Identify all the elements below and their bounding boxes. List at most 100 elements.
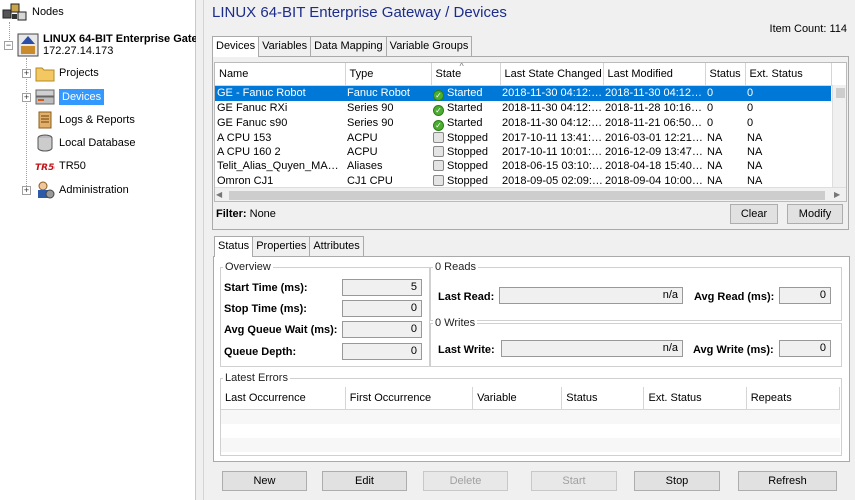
tab-properties[interactable]: Properties bbox=[252, 236, 311, 256]
tree-item-logs[interactable]: Logs & Reports bbox=[22, 110, 135, 130]
tree-item-devices[interactable]: + Devices bbox=[22, 87, 105, 107]
cell-last-state-changed: 2018-11-30 04:12:36 bbox=[500, 85, 603, 101]
cell-name: Omron CJ1 bbox=[217, 174, 274, 187]
overview-group: Overview Start Time (ms): 5 Stop Time (m… bbox=[220, 261, 430, 367]
last-write-label: Last Write: bbox=[438, 344, 495, 356]
tree-item-label: Projects bbox=[59, 67, 99, 79]
column-header-first-occurrence[interactable]: First Occurrence bbox=[345, 387, 474, 410]
column-header-repeats[interactable]: Repeats bbox=[746, 387, 840, 410]
state-label: Started bbox=[447, 116, 483, 129]
cell-last-state-changed: 2017-10-11 13:41:58 bbox=[502, 131, 603, 144]
scroll-right-icon[interactable]: ▶ bbox=[834, 190, 840, 201]
tab-devices[interactable]: Devices bbox=[212, 36, 260, 57]
queue-depth-value: 0 bbox=[342, 343, 422, 360]
scrollbar-thumb[interactable] bbox=[836, 88, 845, 98]
avg-read-value: 0 bbox=[779, 287, 831, 304]
writes-title: 0 Writes bbox=[433, 317, 478, 329]
column-header-ext-status[interactable]: Ext. Status bbox=[643, 387, 747, 410]
edit-button[interactable]: Edit bbox=[322, 471, 407, 491]
tree-item-administration[interactable]: + Administration bbox=[22, 180, 129, 200]
table-vertical-scrollbar[interactable] bbox=[832, 85, 846, 187]
detail-tabs: Status Properties Attributes bbox=[214, 236, 364, 257]
column-header-status[interactable]: Status bbox=[705, 63, 746, 86]
tree-item-projects[interactable]: + Projects bbox=[22, 63, 99, 83]
pane-splitter[interactable] bbox=[196, 0, 204, 500]
cell-type: Fanuc Robot bbox=[345, 85, 431, 101]
tree-gateway[interactable]: − LINUX 64-BIT Enterprise Gate 172.27.14… bbox=[4, 32, 198, 58]
tree-item-tr50[interactable]: TR50 TR50 bbox=[22, 156, 86, 176]
expand-icon[interactable]: + bbox=[22, 185, 31, 195]
errors-table: Last Occurrence First Occurrence Variabl… bbox=[221, 387, 840, 453]
cell-state: Stopped bbox=[431, 131, 500, 145]
start-time-label: Start Time (ms): bbox=[224, 282, 308, 294]
column-header-last-state-changed[interactable]: Last State Changed bbox=[500, 63, 604, 86]
devices-table: Name Type State ^ Last State Changed Last… bbox=[214, 62, 847, 202]
page-title: LINUX 64-BIT Enterprise Gateway / Device… bbox=[212, 4, 507, 21]
cell-type: Aliases bbox=[347, 160, 383, 173]
column-header-state[interactable]: State ^ bbox=[431, 63, 501, 86]
gateway-icon bbox=[17, 33, 39, 57]
delete-button[interactable]: Delete bbox=[423, 471, 508, 491]
filter-label: Filter: bbox=[216, 208, 247, 220]
item-count: Item Count: 114 bbox=[769, 23, 847, 35]
stop-button[interactable]: Stop bbox=[634, 471, 720, 491]
scrollbar-thumb[interactable] bbox=[229, 191, 825, 200]
logs-icon bbox=[35, 111, 55, 129]
expand-icon[interactable]: + bbox=[22, 92, 31, 102]
cell-last-state-changed: 2017-10-11 10:01:31 bbox=[502, 146, 603, 159]
cell-last-state-changed: 2018-11-30 04:12:59 bbox=[502, 102, 603, 114]
start-button[interactable]: Start bbox=[531, 471, 617, 491]
state-label: Stopped bbox=[447, 174, 488, 187]
column-header-variable[interactable]: Variable bbox=[472, 387, 563, 410]
table-row[interactable]: GE Fanuc RXi Series 90 ✓ Started 2018-11-30 … bbox=[215, 101, 831, 116]
cell-last-modified: 2016-03-01 12:21:57 bbox=[605, 131, 705, 144]
table-row[interactable]: A CPU 153 ACPU Stopped 2017-10-11 13:41:58 2… bbox=[215, 131, 831, 145]
cell-ext-status: 0 bbox=[747, 102, 754, 114]
tree-root-nodes[interactable]: Nodes bbox=[2, 2, 64, 22]
tree-item-label: Logs & Reports bbox=[59, 114, 135, 126]
column-header-ext-status[interactable]: Ext. Status bbox=[745, 63, 832, 86]
cell-status: NA bbox=[707, 146, 723, 159]
tree-item-label: Administration bbox=[59, 184, 129, 196]
column-header-last-occurrence[interactable]: Last Occurrence bbox=[221, 387, 346, 410]
expand-icon[interactable]: + bbox=[22, 68, 31, 78]
tree-item-local-database[interactable]: Local Database bbox=[22, 133, 135, 153]
cell-state: Stopped bbox=[431, 145, 500, 159]
column-header-status[interactable]: Status bbox=[561, 387, 645, 410]
avg-read-label: Avg Read (ms): bbox=[694, 291, 775, 303]
status-tab-panel: Overview Start Time (ms): 5 Stop Time (m… bbox=[213, 256, 850, 462]
tree-item-label: Devices bbox=[59, 89, 105, 105]
started-check-icon: ✓ bbox=[433, 119, 444, 131]
column-header-last-modified[interactable]: Last Modified bbox=[603, 63, 706, 86]
stopped-icon bbox=[433, 146, 444, 158]
reads-group: 0 Reads Last Read: n/a Avg Read (ms): 0 bbox=[430, 261, 842, 321]
new-button[interactable]: New bbox=[222, 471, 307, 491]
cell-ext-status: NA bbox=[747, 160, 763, 173]
table-row[interactable]: Telit_Alias_Quyen_MAP-12...Aliases Stoppe… bbox=[215, 159, 831, 173]
latest-errors-title: Latest Errors bbox=[223, 372, 290, 384]
table-row[interactable]: GE Fanuc s90 Series 90 ✓ Started 2018-11-30 … bbox=[215, 116, 831, 131]
collapse-icon[interactable]: − bbox=[4, 40, 13, 50]
table-row[interactable]: GE - Fanuc Robot Fanuc Robot ✓ Started 2018-… bbox=[215, 85, 831, 101]
modify-button[interactable]: Modify bbox=[787, 204, 843, 224]
column-header-type[interactable]: Type bbox=[345, 63, 432, 86]
tab-attributes[interactable]: Attributes bbox=[309, 236, 364, 256]
tab-variables[interactable]: Variables bbox=[258, 36, 312, 56]
tab-variable-groups[interactable]: Variable Groups bbox=[385, 36, 473, 56]
tab-status[interactable]: Status bbox=[214, 236, 254, 257]
cell-type: ACPU bbox=[347, 146, 378, 159]
scroll-left-icon[interactable]: ◀ bbox=[216, 190, 222, 201]
cell-ext-status: NA bbox=[747, 131, 763, 144]
clear-button[interactable]: Clear bbox=[730, 204, 778, 224]
table-row[interactable]: A CPU 160 2 ACPU Stopped 2017-10-11 10:01:3… bbox=[215, 145, 831, 159]
table-row[interactable]: Omron CJ1 CJ1 CPU Stopped 2018-09-05 02:09:… bbox=[215, 174, 831, 188]
table-horizontal-scrollbar[interactable]: ◀ ▶ bbox=[215, 187, 846, 201]
column-header-name[interactable]: Name bbox=[215, 63, 346, 86]
started-check-icon: ✓ bbox=[433, 104, 444, 116]
cell-state: ✓ Started bbox=[431, 85, 500, 101]
tr50-icon: TR50 bbox=[35, 157, 61, 175]
tab-data-mapping[interactable]: Data Mapping bbox=[310, 36, 387, 56]
navigation-tree: Nodes − LINUX 64-BIT Enterprise Gate 172… bbox=[0, 0, 198, 500]
refresh-button[interactable]: Refresh bbox=[738, 471, 837, 491]
cell-name: A CPU 160 2 bbox=[217, 146, 281, 159]
